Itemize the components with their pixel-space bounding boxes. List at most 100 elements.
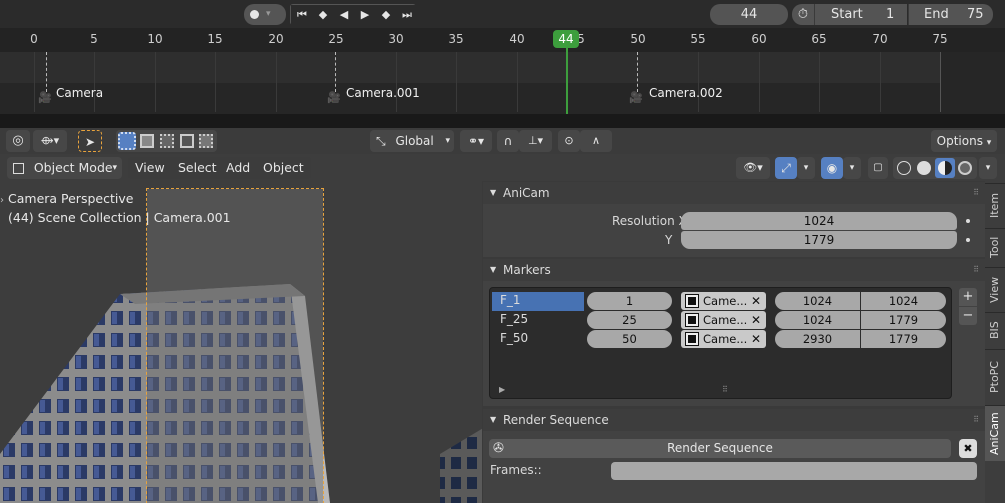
marker-height-field[interactable]: 1024: [861, 292, 946, 310]
select-subtract-icon[interactable]: [160, 134, 174, 148]
area-divider[interactable]: [0, 114, 1005, 128]
grid-line: [215, 52, 216, 112]
shading-dropdown[interactable]: ▾: [979, 157, 997, 179]
marker-camera-field[interactable]: Came... ✕: [681, 292, 766, 310]
play-icon[interactable]: ▶: [354, 5, 376, 25]
marker-camera-field[interactable]: Came... ✕: [681, 330, 766, 348]
prev-keyframe-icon[interactable]: ◆: [312, 5, 334, 25]
marker-width-field[interactable]: 1024: [775, 292, 860, 310]
next-keyframe-icon[interactable]: ◆: [375, 5, 397, 25]
keyframe-dot-icon[interactable]: [966, 238, 970, 242]
marker-height-field[interactable]: 1779: [861, 330, 946, 348]
markers-panel-header[interactable]: ▼ Markers ⠿: [483, 259, 985, 281]
marker-label[interactable]: Camera: [56, 86, 103, 100]
tab-view[interactable]: View: [985, 267, 1005, 311]
menu-view[interactable]: View: [128, 157, 172, 179]
marker-frame-field[interactable]: 1: [587, 292, 672, 310]
resolution-x-field[interactable]: 1024: [681, 212, 957, 230]
marker-height-field[interactable]: 1779: [861, 311, 946, 329]
proportional-edit-toggle[interactable]: ⊙: [558, 130, 580, 152]
rendered-shading-icon[interactable]: [958, 161, 972, 175]
stopwatch-icon[interactable]: ⏱: [792, 4, 814, 25]
drag-handle-icon[interactable]: ⠿: [973, 409, 979, 431]
auto-keying-icon[interactable]: ▾: [266, 8, 282, 21]
add-marker-button[interactable]: +: [959, 288, 977, 306]
frames-field[interactable]: [611, 462, 977, 480]
grid-line: [759, 52, 760, 112]
timeline-marker-strip: [0, 83, 1005, 114]
editor-type-button[interactable]: ◎: [6, 130, 30, 152]
clear-icon[interactable]: ✕: [751, 330, 761, 348]
tab-anicam[interactable]: AniCam: [985, 405, 1005, 461]
menu-object[interactable]: Object: [256, 157, 311, 179]
transform-orientation-dropdown[interactable]: ⤡ Global ▾: [370, 130, 454, 152]
snap-target-dropdown[interactable]: ⊥▾: [519, 130, 552, 152]
resolution-y-field[interactable]: 1779: [681, 231, 957, 249]
playhead-line[interactable]: [566, 40, 568, 114]
tab-item[interactable]: Item: [985, 183, 1005, 227]
tab-bis[interactable]: BIS: [985, 312, 1005, 348]
marker-row-selected[interactable]: F_1 1 Came... ✕ 1024 1024: [492, 292, 950, 311]
solid-shading-icon[interactable]: [917, 161, 931, 175]
drag-handle-icon[interactable]: ⠿: [973, 259, 979, 281]
render-sequence-button[interactable]: ✇ Render Sequence: [489, 439, 951, 458]
menu-add[interactable]: Add: [219, 157, 258, 179]
visibility-dropdown[interactable]: 👁▾: [736, 157, 770, 179]
drag-handle-icon[interactable]: ⠿: [973, 182, 979, 204]
marker-width-field[interactable]: 1024: [775, 311, 860, 329]
snap-toggle[interactable]: ∩: [497, 130, 519, 152]
overlays-dropdown[interactable]: ▾: [843, 157, 861, 179]
marker-camera-field[interactable]: Came... ✕: [681, 311, 766, 329]
list-resize-handle[interactable]: ⠿: [722, 385, 728, 394]
transform-pivot-button[interactable]: ⟴▾: [33, 130, 67, 152]
jump-end-icon[interactable]: ⏭: [396, 5, 418, 25]
current-frame-field[interactable]: 44: [710, 4, 788, 25]
cancel-render-button[interactable]: ✖: [959, 439, 977, 458]
marker-frame-field[interactable]: 50: [587, 330, 672, 348]
clear-icon[interactable]: ✕: [751, 311, 761, 329]
select-extend-icon[interactable]: [140, 134, 154, 148]
gizmo-dropdown[interactable]: ▾: [797, 157, 815, 179]
render-panel-header[interactable]: ▼ Render Sequence ⠿: [483, 409, 985, 431]
xray-toggle[interactable]: ▢: [868, 157, 888, 179]
select-tool-button[interactable]: ➤: [78, 130, 102, 152]
select-intersect-icon[interactable]: [199, 134, 213, 148]
tick-label: 15: [207, 32, 223, 46]
start-frame-field[interactable]: Start 1: [814, 4, 907, 25]
record-icon[interactable]: [250, 10, 259, 19]
camera-frame[interactable]: [146, 188, 324, 503]
end-frame-field[interactable]: End 75: [908, 4, 993, 25]
toolbar-expand-icon[interactable]: ›: [0, 195, 4, 206]
keyframe-dot-icon[interactable]: [966, 219, 970, 223]
chevron-down-icon: ▼: [490, 188, 497, 197]
overlays-toggle[interactable]: ◉: [821, 157, 843, 179]
remove-marker-button[interactable]: −: [959, 307, 977, 325]
pivot-point-dropdown[interactable]: ⚭▾: [460, 130, 492, 152]
marker-label[interactable]: Camera.001: [346, 86, 420, 100]
falloff-dropdown[interactable]: ∧: [580, 130, 612, 152]
marker-row[interactable]: F_25 25 Came... ✕ 1024 1779: [492, 311, 950, 330]
select-invert-icon[interactable]: [180, 134, 194, 148]
mode-label: Object Mode: [33, 160, 113, 175]
marker-label[interactable]: Camera.002: [649, 86, 723, 100]
play-reverse-icon[interactable]: ◀: [333, 5, 355, 25]
playhead-frame[interactable]: 44: [553, 30, 579, 48]
camera-name: Came...: [703, 332, 748, 346]
wireframe-shading-icon[interactable]: [897, 161, 911, 175]
anicam-panel-header[interactable]: ▼ AniCam ⠿: [483, 182, 985, 204]
marker-width-field[interactable]: 2930: [775, 330, 860, 348]
list-expand-icon[interactable]: ▶: [499, 385, 505, 394]
viewport-camera-info: Camera Perspective: [8, 191, 134, 206]
mode-dropdown[interactable]: Object Mode ▾: [7, 157, 122, 179]
clear-icon[interactable]: ✕: [751, 292, 761, 310]
tab-ptopc[interactable]: PtoPC: [985, 349, 1005, 404]
chevron-down-icon: ▾: [986, 138, 992, 148]
options-dropdown[interactable]: Options ▾: [931, 130, 997, 152]
tab-tool[interactable]: Tool: [985, 228, 1005, 266]
gizmo-toggle[interactable]: ⤢: [775, 157, 797, 179]
select-new-icon[interactable]: [118, 132, 136, 150]
marker-row[interactable]: F_50 50 Came... ✕ 2930 1779: [492, 330, 950, 349]
marker-frame-field[interactable]: 25: [587, 311, 672, 329]
menu-select[interactable]: Select: [171, 157, 224, 179]
jump-start-icon[interactable]: ⏮: [291, 5, 313, 25]
